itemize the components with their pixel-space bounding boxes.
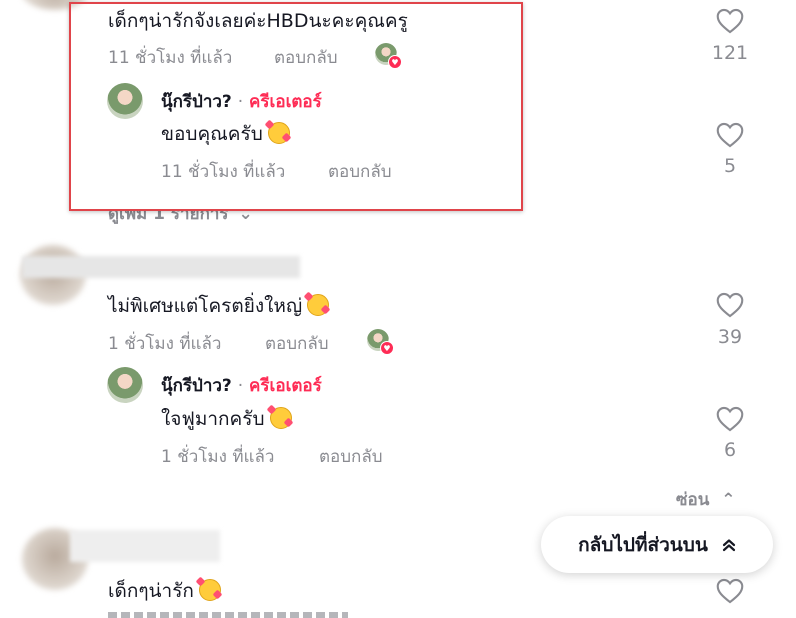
reply-button[interactable]: ตอบกลับ [319,443,383,470]
like-count: 121 [711,42,749,64]
reply-button[interactable]: ตอบกลับ [265,330,329,357]
hide-label: ซ่อน [676,490,710,510]
commenter-name-redacted [70,530,220,562]
highlight-box [69,2,523,211]
reply-author[interactable]: นุ๊กรีป่าว? · ครีเอเตอร์ [161,372,322,399]
reply-time: 1 ชั่วโมง ที่แล้ว [161,447,275,467]
like-count: 39 [717,326,743,348]
heart-outline-icon[interactable] [716,406,744,432]
hide-replies-button[interactable]: ซ่อน ⌃ [676,486,736,513]
creator-avatar[interactable] [107,367,143,403]
heart-outline-icon[interactable] [716,292,744,318]
reply-text-content: ใจฟูมากครับ [161,408,265,430]
comment-text: ไม่พิเศษแต่โครตยิ่งใหญ่ [108,291,331,321]
double-chevron-up-icon [722,538,735,551]
heart-outline-icon[interactable] [716,578,744,604]
like-count: 5 [723,155,737,177]
heart-outline-icon[interactable] [716,8,744,34]
smiling-hearts-emoji [195,576,223,601]
separator: · [237,376,244,396]
comment-text-content: เด็กๆน่ารัก [108,580,194,602]
back-to-top-button[interactable]: กลับไปที่ส่วนบน [541,516,773,573]
comment-text-content: ไม่พิเศษแต่โครตยิ่งใหญ่ [108,295,303,317]
smiling-hearts-emoji [303,291,331,316]
creator-liked-icon: ♥ [367,329,395,355]
chevron-up-icon: ⌃ [721,490,736,510]
author-name: นุ๊กรีป่าว? [161,376,232,396]
like-count: 6 [723,439,737,461]
comment-time-cutoff [108,609,358,618]
smiling-hearts-emoji [266,404,293,429]
commenter-name-redacted [22,256,300,278]
comment-text: เด็กๆน่ารัก [108,576,223,606]
reply-text: ใจฟูมากครับ [161,404,293,434]
heart-outline-icon[interactable] [716,122,744,148]
comment-time: 1 ชั่วโมง ที่แล้ว [108,334,222,354]
creator-tag: ครีเอเตอร์ [249,376,322,396]
back-to-top-label: กลับไปที่ส่วนบน [578,533,708,556]
